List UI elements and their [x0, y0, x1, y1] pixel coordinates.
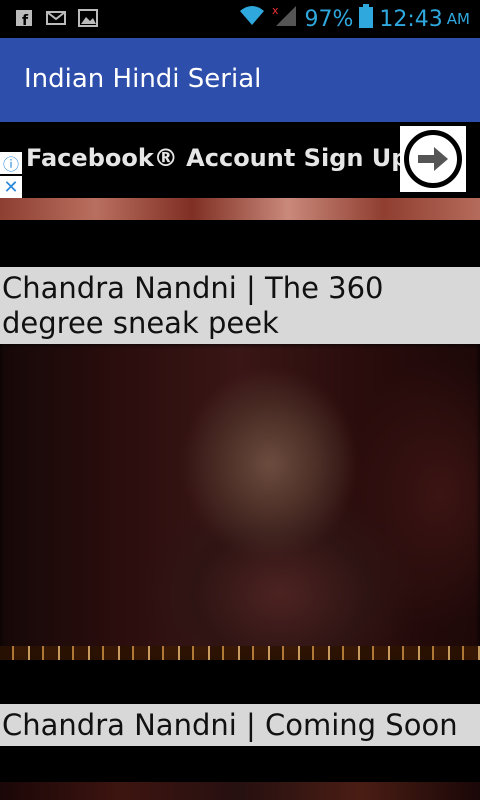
video-title-2[interactable]: Chandra Nandni | Coming Soon — [0, 704, 480, 746]
thumbnail-decor — [0, 646, 480, 660]
video-thumbnail-2[interactable] — [0, 782, 480, 800]
thumbnail-image — [0, 344, 480, 660]
battery-percent: 97% — [304, 6, 354, 32]
ad-text[interactable]: Facebook® Account Sign Up — [26, 144, 408, 172]
gallery-icon — [78, 8, 98, 28]
svg-text:x: x — [272, 4, 279, 17]
video-title-1[interactable]: Chandra Nandni | The 360 degree sneak pe… — [0, 267, 480, 344]
info-icon[interactable]: ⓘ — [0, 152, 22, 174]
gmail-icon — [46, 8, 66, 28]
notification-icons: f — [14, 8, 98, 28]
clock: 12:43 — [379, 6, 443, 32]
no-signal-icon: x — [272, 4, 298, 34]
app-title: Indian Hindi Serial — [24, 64, 262, 94]
clock-ampm: AM — [446, 10, 470, 28]
facebook-icon: f — [14, 8, 34, 28]
svg-text:f: f — [22, 13, 29, 27]
arrow-right-icon — [404, 130, 462, 188]
wifi-icon — [238, 5, 266, 33]
close-icon[interactable]: ✕ — [0, 176, 22, 198]
ad-image-strip — [0, 198, 480, 220]
status-indicators: x 97% 12:43 AM — [238, 4, 470, 34]
status-bar: f x 97% 12:43 AM — [0, 0, 480, 38]
battery-icon — [359, 4, 374, 34]
video-thumbnail-1[interactable] — [0, 344, 480, 660]
ad-banner[interactable]: ⓘ ✕ Facebook® Account Sign Up — [0, 122, 480, 220]
app-bar: Indian Hindi Serial — [0, 38, 480, 122]
ad-arrow-button[interactable] — [400, 126, 466, 192]
